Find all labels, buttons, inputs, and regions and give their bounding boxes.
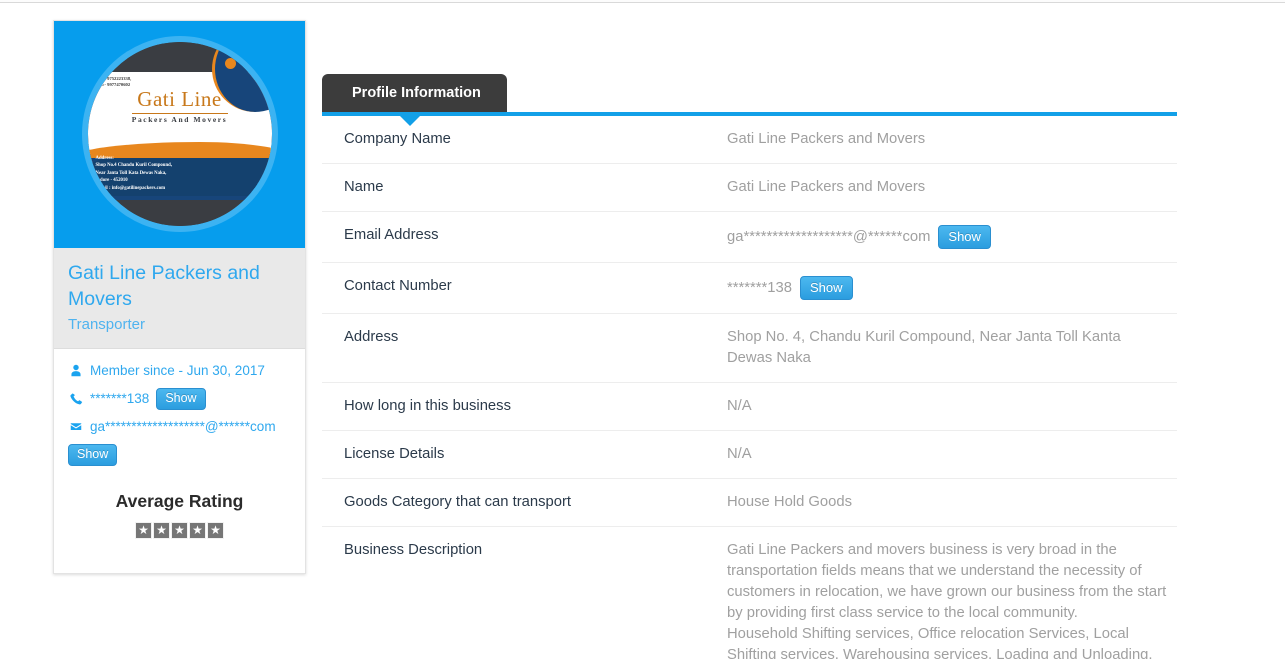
row-value: House Hold Goods	[727, 492, 1169, 513]
rating-stars[interactable]: ★ ★ ★ ★ ★	[135, 522, 224, 539]
star-icon[interactable]: ★	[189, 522, 206, 539]
row-value-cell: *******138 Show	[727, 263, 1177, 314]
row-value-cell: Shop No. 4, Chandu Kuril Compound, Near …	[727, 314, 1177, 383]
tab-profile-information[interactable]: Profile Information	[322, 74, 507, 112]
row-value-cell: Gati Line Packers and movers business is…	[727, 527, 1177, 659]
row-value-cell: N/A	[727, 383, 1177, 431]
business-card-artwork: GatiL ...:- 9752223338, ...:- 9977470602…	[88, 42, 272, 226]
header-divider	[0, 0, 1285, 3]
row-value: Gati Line Packers and movers business is…	[727, 540, 1169, 659]
phone-icon	[68, 392, 83, 407]
table-row: AddressShop No. 4, Chandu Kuril Compound…	[322, 314, 1177, 383]
row-value: *******138	[727, 278, 792, 299]
star-icon[interactable]: ★	[207, 522, 224, 539]
row-label: Address	[322, 314, 727, 383]
row-value-cell: Gati Line Packers and Movers	[727, 116, 1177, 164]
profile-information-table: Company NameGati Line Packers and Movers…	[322, 116, 1177, 659]
star-icon[interactable]: ★	[153, 522, 170, 539]
row-value: Gati Line Packers and Movers	[727, 177, 1169, 198]
envelope-icon	[68, 420, 83, 435]
company-name-panel: Gati Line Packers and Movers Transporter	[54, 248, 305, 349]
row-value: ga*******************@******com	[727, 227, 930, 248]
star-icon[interactable]: ★	[171, 522, 188, 539]
contact-meta-panel: Member since - Jun 30, 2017 *******138 S…	[54, 349, 305, 483]
average-rating-label: Average Rating	[68, 491, 291, 512]
card-address-block: Address: Shop No.4 Chandu Kuril Compound…	[96, 155, 173, 192]
average-rating-block: Average Rating ★ ★ ★ ★ ★	[54, 483, 305, 573]
card-tagline: Packers And Movers	[88, 115, 272, 124]
member-since-row: Member since - Jun 30, 2017	[68, 361, 291, 381]
show-phone-button[interactable]: Show	[156, 388, 205, 410]
email-masked-text: ga*******************@******com	[90, 417, 276, 437]
card-blob-label: GatiL	[245, 57, 264, 65]
row-label: Business Description	[322, 527, 727, 659]
row-value-cell: N/A	[727, 431, 1177, 479]
phone-row: *******138 Show	[68, 388, 291, 410]
row-value-cell: Gati Line Packers and Movers	[727, 164, 1177, 212]
row-value: N/A	[727, 444, 1169, 465]
show-email-button[interactable]: Show	[68, 444, 117, 466]
table-row: How long in this businessN/A	[322, 383, 1177, 431]
company-role: Transporter	[68, 316, 291, 334]
table-row: Business DescriptionGati Line Packers an…	[322, 527, 1177, 659]
row-value: Shop No. 4, Chandu Kuril Compound, Near …	[727, 327, 1169, 369]
company-logo-icon: GatiL ...:- 9752223338, ...:- 9977470602…	[88, 42, 272, 226]
table-row: Goods Category that can transportHouse H…	[322, 479, 1177, 527]
row-label: Email Address	[322, 212, 727, 263]
table-row: License DetailsN/A	[322, 431, 1177, 479]
star-icon[interactable]: ★	[135, 522, 152, 539]
tab-active-caret-icon	[400, 116, 420, 126]
row-label: Goods Category that can transport	[322, 479, 727, 527]
table-row: Company NameGati Line Packers and Movers	[322, 116, 1177, 164]
card-brand-name: Gati Line	[88, 87, 272, 112]
row-label: How long in this business	[322, 383, 727, 431]
user-icon	[68, 364, 83, 379]
row-value-cell: House Hold Goods	[727, 479, 1177, 527]
show-value-button[interactable]: Show	[800, 276, 853, 300]
phone-masked-text: *******138	[90, 389, 149, 409]
row-label: Name	[322, 164, 727, 212]
company-logo-banner: GatiL ...:- 9752223338, ...:- 9977470602…	[54, 21, 305, 248]
show-value-button[interactable]: Show	[938, 225, 991, 249]
row-value: Gati Line Packers and Movers	[727, 129, 1169, 150]
tab-strip: Profile Information	[322, 74, 1177, 112]
profile-information-table-body: Company NameGati Line Packers and Movers…	[322, 116, 1177, 659]
member-since-text: Member since - Jun 30, 2017	[90, 361, 265, 381]
table-row: Contact Number*******138 Show	[322, 263, 1177, 314]
card-blob-dot-icon	[225, 58, 236, 69]
row-value-cell: ga*******************@******com Show	[727, 212, 1177, 263]
card-brand-rule	[132, 113, 228, 114]
profile-summary-card: GatiL ...:- 9752223338, ...:- 9977470602…	[53, 20, 306, 574]
email-row: ga*******************@******com Show	[68, 417, 291, 466]
table-row: NameGati Line Packers and Movers	[322, 164, 1177, 212]
company-name: Gati Line Packers and Movers	[68, 260, 291, 312]
profile-page: GatiL ...:- 9752223338, ...:- 9977470602…	[0, 0, 1285, 659]
row-value-inline: ga*******************@******com Show	[727, 225, 1169, 249]
table-row: Email Addressga*******************@*****…	[322, 212, 1177, 263]
row-label: License Details	[322, 431, 727, 479]
row-label: Contact Number	[322, 263, 727, 314]
row-label: Company Name	[322, 116, 727, 164]
profile-information-panel: Profile Information Company NameGati Lin…	[322, 74, 1177, 659]
tab-underline	[322, 112, 1177, 116]
row-value: N/A	[727, 396, 1169, 417]
row-value-inline: *******138 Show	[727, 276, 1169, 300]
